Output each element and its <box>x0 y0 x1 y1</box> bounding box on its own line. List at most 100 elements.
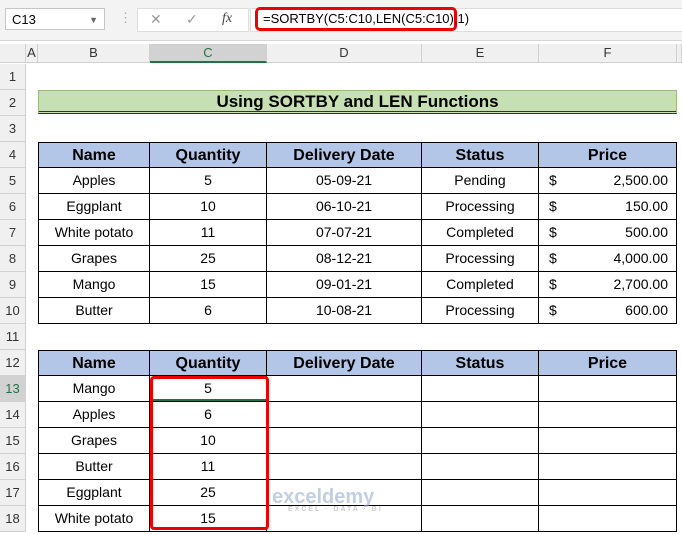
row-header-15[interactable]: 15 <box>0 428 26 454</box>
cancel-icon[interactable]: ✕ <box>150 11 162 28</box>
table2-empty-cell[interactable] <box>422 402 539 428</box>
table2-empty-cell[interactable] <box>539 480 677 506</box>
table2-cell[interactable]: Butter <box>38 454 150 480</box>
table1-cell[interactable]: 09-01-21 <box>267 272 422 298</box>
formula-text: =SORTBY(C5:C10,LEN(C5:C10),1) <box>255 7 469 31</box>
table2-empty-cell[interactable] <box>539 428 677 454</box>
row-header-2[interactable]: 2 <box>0 90 26 116</box>
table2-empty-cell[interactable] <box>422 428 539 454</box>
row-header-6[interactable]: 6 <box>0 194 26 220</box>
table1-cell[interactable]: Completed <box>422 220 539 246</box>
row-header-18[interactable]: 18 <box>0 506 26 532</box>
table1-cell[interactable]: 15 <box>150 272 267 298</box>
table2-empty-cell[interactable] <box>267 428 422 454</box>
currency-symbol: $ <box>549 172 557 188</box>
row-header-17[interactable]: 17 <box>0 480 26 506</box>
table2-cell[interactable]: Apples <box>38 402 150 428</box>
table2-empty-cell[interactable] <box>422 506 539 532</box>
table1-cell[interactable]: 06-10-21 <box>267 194 422 220</box>
table2-empty-cell[interactable] <box>539 402 677 428</box>
row-header-16[interactable]: 16 <box>0 454 26 480</box>
table2-header-delivery-date: Delivery Date <box>267 350 422 376</box>
price-value: 2,700.00 <box>613 276 669 292</box>
price-value: 2,500.00 <box>613 172 669 188</box>
table2-cell[interactable]: Grapes <box>38 428 150 454</box>
watermark-logo: exceldemy EXCEL · DATA · BI <box>272 486 383 513</box>
currency-symbol: $ <box>549 302 557 318</box>
table2-empty-cell[interactable] <box>422 480 539 506</box>
table1-cell[interactable]: 11 <box>150 220 267 246</box>
table1-cell[interactable]: Completed <box>422 272 539 298</box>
row-header-4[interactable]: 4 <box>0 142 26 168</box>
table1-cell[interactable]: Grapes <box>38 246 150 272</box>
row-header-11[interactable]: 11 <box>0 324 26 350</box>
table2-cell[interactable]: Eggplant <box>38 480 150 506</box>
row-header-5[interactable]: 5 <box>0 168 26 194</box>
table2-empty-cell[interactable] <box>267 376 422 402</box>
row-header-1[interactable]: 1 <box>0 64 26 90</box>
table1-price-cell[interactable]: $150.00 <box>539 194 677 220</box>
table2-cell[interactable]: Mango <box>38 376 150 402</box>
table2-empty-cell[interactable] <box>539 454 677 480</box>
row-header-7[interactable]: 7 <box>0 220 26 246</box>
table2-empty-cell[interactable] <box>422 454 539 480</box>
table1-cell[interactable]: 05-09-21 <box>267 168 422 194</box>
row-header-9[interactable]: 9 <box>0 272 26 298</box>
column-header-C[interactable]: C <box>150 44 267 63</box>
formula-input[interactable]: =SORTBY(C5:C10,LEN(C5:C10),1) <box>250 7 682 32</box>
table1-cell[interactable]: 25 <box>150 246 267 272</box>
table1-cell[interactable]: 07-07-21 <box>267 220 422 246</box>
table1-price-cell[interactable]: $600.00 <box>539 298 677 324</box>
currency-symbol: $ <box>549 224 557 240</box>
table2-empty-cell[interactable] <box>539 376 677 402</box>
column-header-B[interactable]: B <box>38 44 150 63</box>
insert-function-icon[interactable]: fx <box>222 11 232 27</box>
chevron-down-icon[interactable]: ▼ <box>89 9 98 31</box>
column-header-A[interactable]: A <box>26 44 38 63</box>
row-header-8[interactable]: 8 <box>0 246 26 272</box>
column-header-F[interactable]: F <box>539 44 677 63</box>
table1-price-cell[interactable]: $2,700.00 <box>539 272 677 298</box>
name-box[interactable]: C13 ▼ <box>5 8 105 30</box>
table1-cell[interactable]: 5 <box>150 168 267 194</box>
row-header-10[interactable]: 10 <box>0 298 26 324</box>
column-header-D[interactable]: D <box>267 44 422 63</box>
table1-cell[interactable]: White potato <box>38 220 150 246</box>
row-header-12[interactable]: 12 <box>0 350 26 376</box>
drag-handle-icon[interactable]: ⋮ <box>119 10 132 26</box>
table2-empty-cell[interactable] <box>267 454 422 480</box>
table2-empty-cell[interactable] <box>539 506 677 532</box>
column-header-more <box>677 44 682 63</box>
table1-cell[interactable]: 6 <box>150 298 267 324</box>
table1-cell[interactable]: 08-12-21 <box>267 246 422 272</box>
table1-header-quantity: Quantity <box>150 142 267 168</box>
formula-buttons: ✕ ✓ fx <box>137 8 249 32</box>
select-all-corner[interactable] <box>0 44 26 63</box>
table1-cell[interactable]: 10-08-21 <box>267 298 422 324</box>
row-header-14[interactable]: 14 <box>0 402 26 428</box>
table2-cell[interactable]: White potato <box>38 506 150 532</box>
table1-cell[interactable]: Butter <box>38 298 150 324</box>
table1-cell[interactable]: 10 <box>150 194 267 220</box>
table2-header-name: Name <box>38 350 150 376</box>
table1-price-cell[interactable]: $2,500.00 <box>539 168 677 194</box>
price-value: 600.00 <box>625 302 668 318</box>
enter-icon[interactable]: ✓ <box>186 11 198 28</box>
table1-price-cell[interactable]: $4,000.00 <box>539 246 677 272</box>
row-header-3[interactable]: 3 <box>0 116 26 142</box>
table1-price-cell[interactable]: $500.00 <box>539 220 677 246</box>
table2-empty-cell[interactable] <box>267 402 422 428</box>
table1-cell[interactable]: Pending <box>422 168 539 194</box>
table2-empty-cell[interactable] <box>422 376 539 402</box>
currency-symbol: $ <box>549 198 557 214</box>
name-box-value: C13 <box>12 12 36 27</box>
column-header-E[interactable]: E <box>422 44 539 63</box>
table1-cell[interactable]: Processing <box>422 298 539 324</box>
table1-cell[interactable]: Processing <box>422 246 539 272</box>
table1-cell[interactable]: Processing <box>422 194 539 220</box>
currency-symbol: $ <box>549 276 557 292</box>
table1-cell[interactable]: Eggplant <box>38 194 150 220</box>
row-header-13[interactable]: 13 <box>0 376 26 402</box>
table1-cell[interactable]: Mango <box>38 272 150 298</box>
table1-cell[interactable]: Apples <box>38 168 150 194</box>
